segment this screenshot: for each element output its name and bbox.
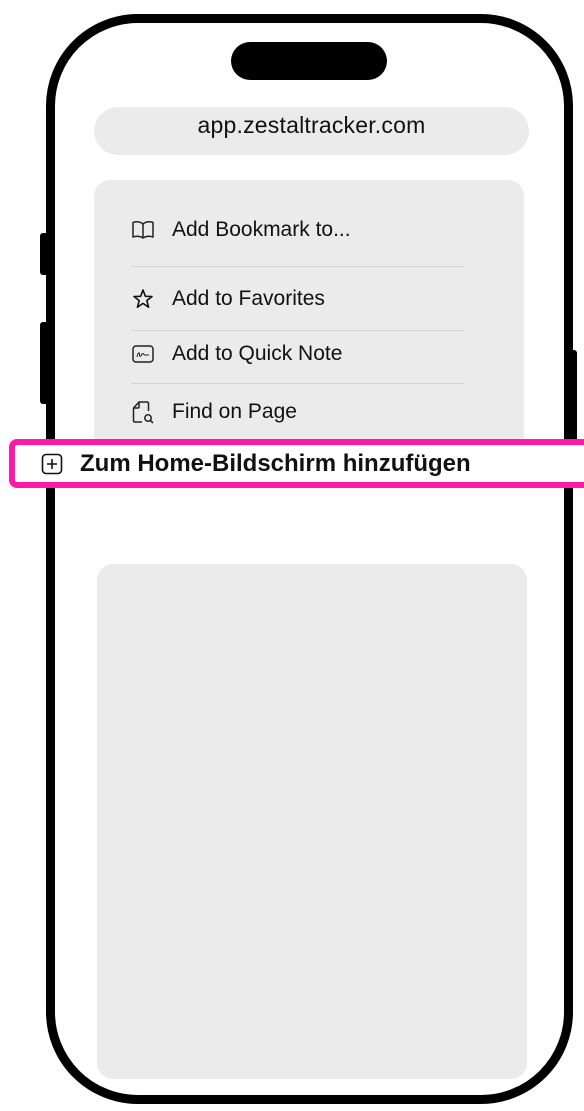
address-bar-url: app.zestaltracker.com: [197, 111, 426, 138]
page-content-placeholder: [97, 564, 527, 1079]
menu-item-find-on-page[interactable]: Find on Page: [130, 392, 465, 432]
menu-divider: [131, 383, 464, 384]
illustration-stage: app.zestaltracker.com Add Bookmark to...…: [0, 0, 584, 1111]
menu-item-label: Add to Quick Note: [172, 342, 343, 365]
star-icon: [130, 286, 156, 312]
find-on-page-icon: [130, 399, 156, 425]
book-icon: [130, 217, 156, 243]
menu-item-label: Find on Page: [172, 400, 297, 423]
share-menu: Add Bookmark to... Add to Favorites Add …: [94, 180, 524, 477]
menu-item-quick-note[interactable]: Add to Quick Note: [130, 334, 465, 374]
add-to-home-screen-label: Zum Home-Bildschirm hinzufügen: [80, 449, 471, 477]
menu-item-label: Add to Favorites: [172, 287, 325, 310]
plus-square-icon: [40, 452, 64, 476]
address-bar[interactable]: app.zestaltracker.com: [94, 107, 529, 155]
menu-item-add-bookmark[interactable]: Add Bookmark to...: [130, 210, 465, 250]
dynamic-island: [231, 42, 387, 80]
menu-divider: [131, 330, 464, 331]
add-to-home-screen-option[interactable]: Zum Home-Bildschirm hinzufügen: [9, 439, 584, 488]
menu-item-add-favorites[interactable]: Add to Favorites: [130, 279, 465, 319]
menu-divider: [131, 266, 464, 267]
quick-note-icon: [130, 341, 156, 367]
menu-item-label: Add Bookmark to...: [172, 218, 351, 241]
